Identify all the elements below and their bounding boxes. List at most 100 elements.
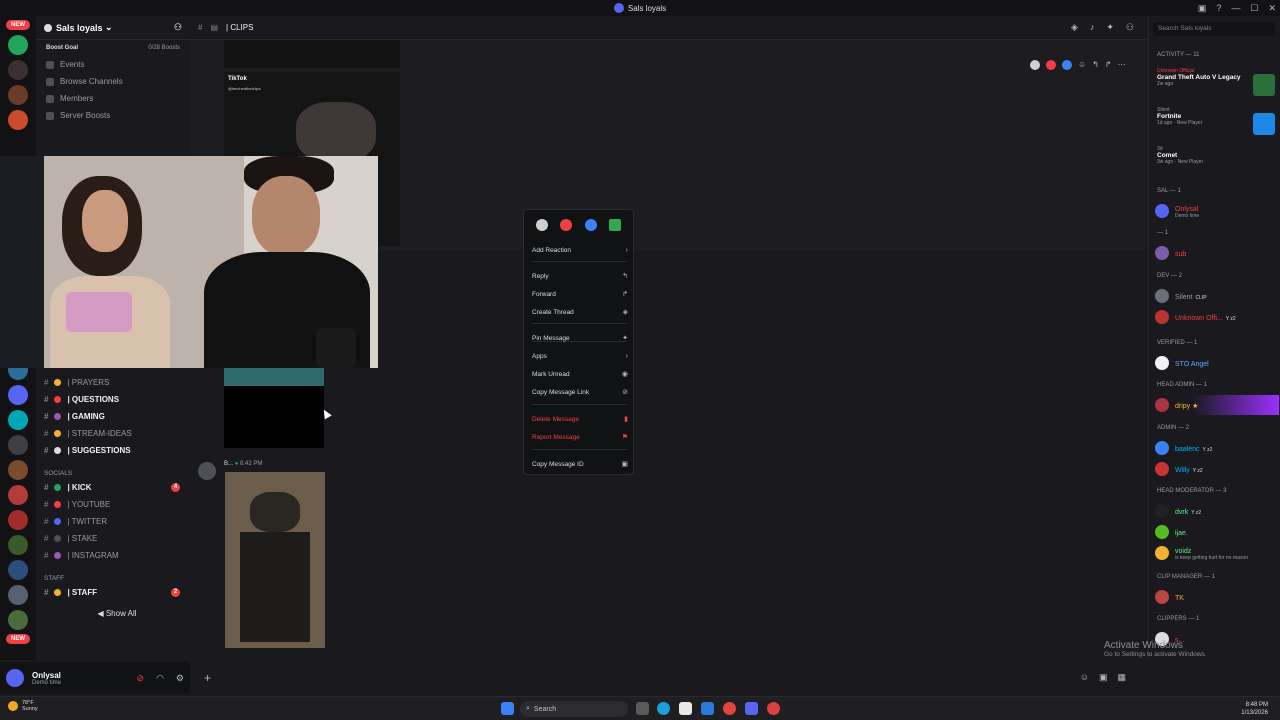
server-icon[interactable]	[8, 35, 28, 55]
store-icon[interactable]	[679, 702, 692, 715]
server-icon[interactable]	[8, 610, 28, 630]
search-input[interactable]: Search Sals loyals	[1153, 22, 1275, 36]
member-item[interactable]: voidz is keep getting hurt for no reason	[1155, 543, 1279, 563]
menu-item-copy-message-link[interactable]: Copy Message Link ⊘	[532, 385, 628, 399]
member-item[interactable]: STO Angel	[1155, 353, 1279, 373]
threads-icon[interactable]: ◈	[1071, 22, 1078, 33]
add-reaction-icon[interactable]: ☺	[1078, 60, 1086, 70]
edge-icon[interactable]	[657, 702, 670, 715]
mute-icon[interactable]: ⊘	[137, 673, 145, 684]
member-item[interactable]: Willy Y z2	[1155, 459, 1279, 479]
close-button[interactable]: ✕	[1268, 3, 1276, 14]
server-icon[interactable]	[8, 460, 28, 480]
server-icon[interactable]	[8, 85, 28, 105]
nav-members[interactable]: Members	[36, 90, 190, 107]
channel-item[interactable]: # | YOUTUBE	[36, 496, 190, 513]
chrome-icon[interactable]	[723, 702, 736, 715]
server-icon[interactable]	[8, 410, 28, 430]
member-item[interactable]: TK	[1155, 587, 1279, 607]
menu-item-reply[interactable]: Reply ↰	[532, 269, 628, 283]
server-icon[interactable]	[8, 385, 28, 405]
weather-widget[interactable]: 78°F Sunny	[8, 700, 38, 712]
channel-item[interactable]: # | STAKE	[36, 530, 190, 547]
menu-item-create-thread[interactable]: Create Thread ◈	[532, 305, 628, 319]
task-view-icon[interactable]	[636, 702, 649, 715]
server-header[interactable]: Sals loyals ⌄ ⚇	[36, 16, 190, 40]
menu-item-pin-message[interactable]: Pin Message ✦	[532, 331, 628, 345]
maximize-button[interactable]: ☐	[1250, 3, 1258, 14]
add-member-icon[interactable]: ⚇	[174, 22, 182, 33]
skull-reaction-icon[interactable]	[536, 219, 549, 231]
channel-staff[interactable]: # | STAFF 2	[36, 584, 190, 601]
server-icon[interactable]	[8, 510, 28, 530]
channel-item[interactable]: # | PRAYERS	[36, 374, 190, 391]
member-item[interactable]: baalenc Y z2	[1155, 438, 1279, 458]
channel-item[interactable]: # | GAMING	[36, 408, 190, 425]
menu-item-forward[interactable]: Forward ↱	[532, 287, 628, 301]
category-staff[interactable]: STAFF	[44, 575, 64, 582]
server-icon[interactable]	[8, 535, 28, 555]
member-item[interactable]: Onlysal Demo time	[1155, 201, 1279, 221]
nav-server-boosts[interactable]: Server Boosts	[36, 107, 190, 124]
message-composer[interactable]: +	[190, 662, 1148, 694]
boost-goal[interactable]: Boost Goal 0/28 Boosts	[36, 40, 190, 56]
show-all-button[interactable]: ◀ Show All	[44, 605, 190, 622]
gif-icon[interactable]: ▣	[1099, 672, 1108, 683]
channel-item[interactable]: # | STREAM-IDEAS	[36, 425, 190, 442]
server-icon[interactable]	[8, 60, 28, 80]
blue-reaction-icon[interactable]	[1062, 60, 1072, 70]
reply-icon[interactable]: ↰	[1092, 60, 1099, 70]
member-item[interactable]: Unknown Offi... Y z2	[1155, 307, 1279, 327]
activity-card[interactable]: 3d Comet 3w ago · New Player	[1157, 146, 1277, 182]
message-image[interactable]	[225, 472, 325, 648]
skull-reaction-icon[interactable]	[1030, 60, 1040, 70]
add-icon[interactable]: +	[204, 671, 211, 685]
channel-item[interactable]: # | INSTAGRAM	[36, 547, 190, 564]
message-image[interactable]	[224, 368, 324, 448]
member-item[interactable]: ijae.	[1155, 522, 1279, 542]
channel-item[interactable]: # | SUGGESTIONS	[36, 442, 190, 459]
taskbar-search[interactable]: ⌕ Search	[520, 701, 628, 717]
forward-icon[interactable]: ↱	[1105, 60, 1112, 70]
activity-card[interactable]: Silent Fortnite 1d ago · New Player	[1157, 107, 1277, 143]
menu-item-report-message[interactable]: Report Message ⚑	[532, 430, 628, 444]
headphones-icon[interactable]: ◠	[156, 673, 164, 684]
help-icon[interactable]: ?	[1216, 3, 1221, 13]
server-icon[interactable]	[8, 110, 28, 130]
menu-item-copy-message-id[interactable]: Copy Message ID ▣	[532, 457, 628, 471]
menu-item-delete-message[interactable]: Delete Message ▮	[532, 412, 628, 426]
menu-item-apps[interactable]: Apps ›	[532, 349, 628, 363]
avatar[interactable]	[6, 669, 24, 687]
sticker-icon[interactable]: ▦	[1117, 672, 1126, 683]
member-list-icon[interactable]: ⚇	[1126, 22, 1134, 33]
gift-icon[interactable]: ☺	[1080, 672, 1089, 683]
avatar[interactable]	[198, 462, 216, 480]
channel-item[interactable]: # | KICK 4	[36, 479, 190, 496]
server-icon[interactable]	[8, 585, 28, 605]
channel-item[interactable]: # | TWITTER	[36, 513, 190, 530]
menu-item-mark-unread[interactable]: Mark Unread ◉	[532, 367, 628, 381]
more-icon[interactable]: ⋯	[1118, 60, 1126, 70]
server-icon[interactable]	[8, 435, 28, 455]
member-item[interactable]: dripy ★	[1155, 395, 1279, 415]
server-icon[interactable]	[8, 485, 28, 505]
nav-events[interactable]: Events	[36, 56, 190, 73]
message-author[interactable]: B...	[224, 461, 233, 467]
app-icon[interactable]	[767, 702, 780, 715]
heart-reaction-icon[interactable]	[1046, 60, 1056, 70]
channel-item[interactable]: # | QUESTIONS	[36, 391, 190, 408]
bell-icon[interactable]: ♪	[1090, 22, 1095, 33]
menu-item-add-reaction[interactable]: Add Reaction ›	[532, 243, 628, 257]
category-socials[interactable]: SOCIALS	[44, 470, 72, 477]
discord-icon[interactable]	[745, 702, 758, 715]
member-item[interactable]: sub	[1155, 243, 1279, 263]
start-icon[interactable]	[501, 702, 514, 715]
check-reaction-icon[interactable]	[608, 219, 621, 231]
app-icon[interactable]	[701, 702, 714, 715]
server-icon[interactable]	[8, 560, 28, 580]
inbox-icon[interactable]: ▣	[1198, 3, 1207, 14]
activity-card[interactable]: Unknown Official Grand Theft Auto V Legac…	[1157, 68, 1277, 104]
pin-icon[interactable]: ✦	[1106, 22, 1114, 33]
minimize-button[interactable]: —	[1231, 3, 1240, 13]
heart-reaction-icon[interactable]	[560, 219, 573, 231]
